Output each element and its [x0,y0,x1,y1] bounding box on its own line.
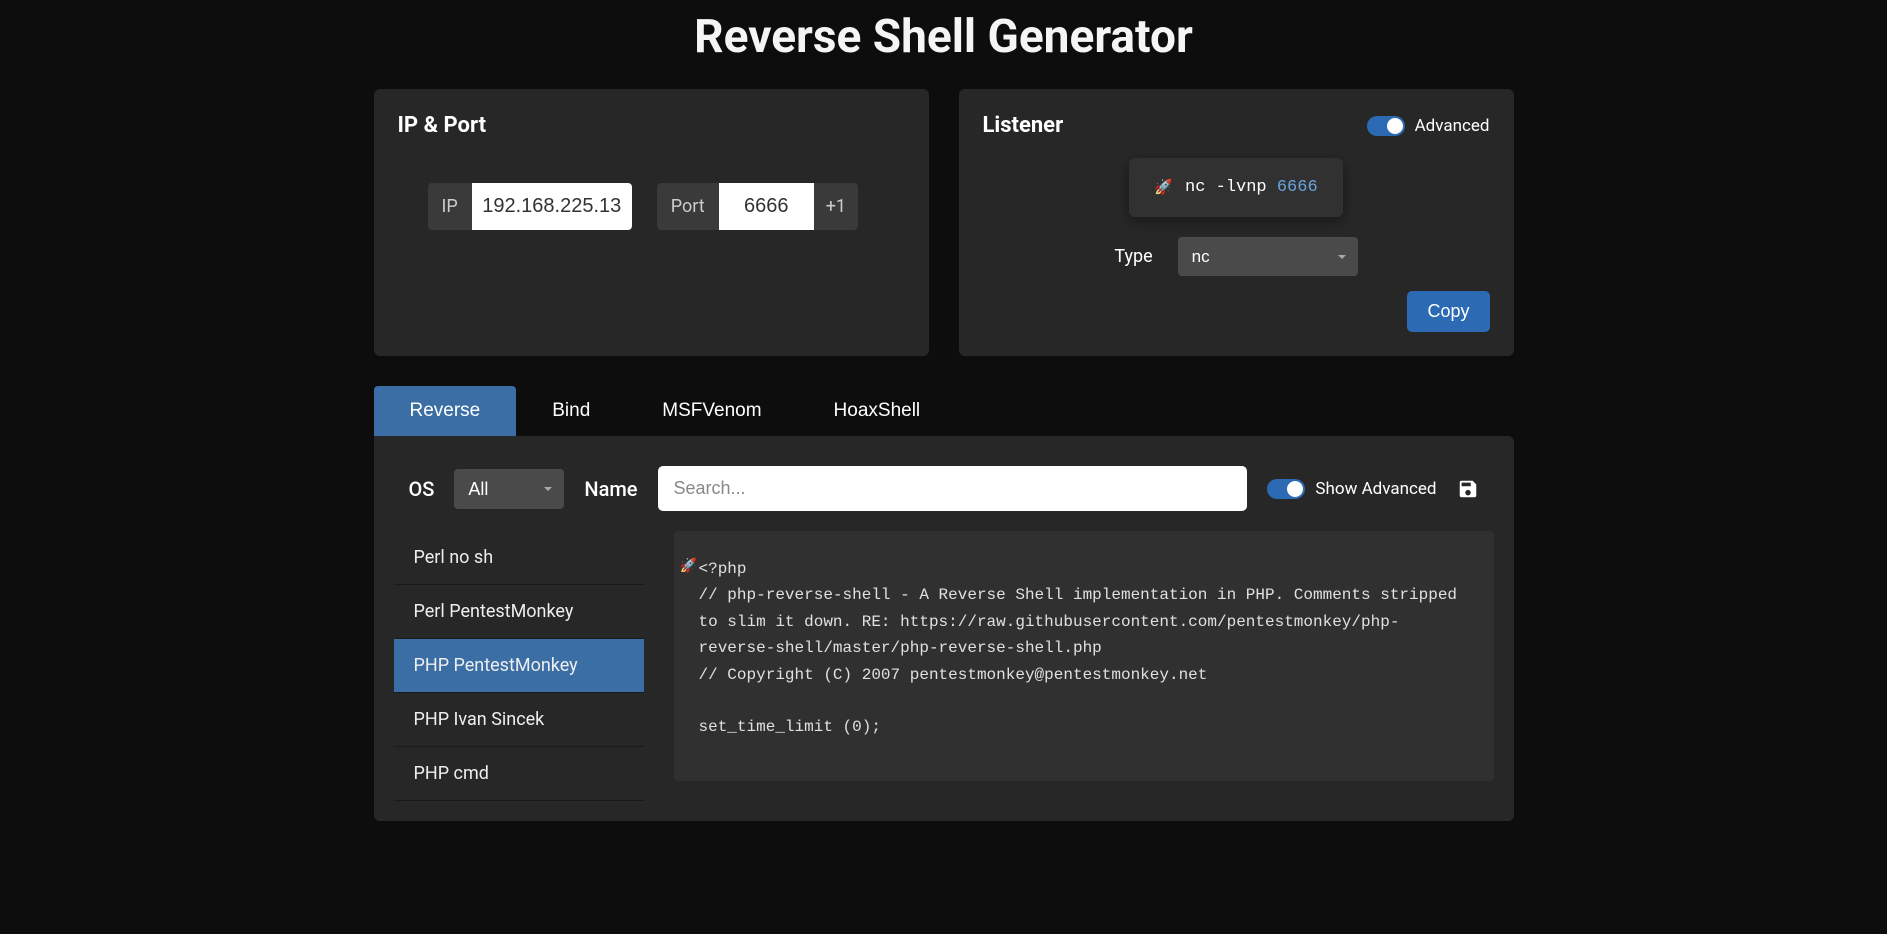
advanced-toggle[interactable] [1367,116,1405,136]
list-item[interactable]: PHP Ivan Sincek [394,693,644,747]
port-increment-button[interactable]: +1 [814,183,858,230]
code-text: <?php // php-reverse-shell - A Reverse S… [699,560,1467,736]
list-item[interactable]: Perl PentestMonkey [394,585,644,639]
port-input-group: Port +1 [657,183,858,230]
show-advanced-toggle[interactable] [1267,479,1305,499]
listener-command[interactable]: 🚀 nc -lvnp 6666 [1129,158,1342,217]
port-label: Port [657,183,719,230]
page-title: Reverse Shell Generator [374,10,1514,64]
code-output[interactable]: 🚀<?php // php-reverse-shell - A Reverse … [674,531,1494,781]
tab-hoaxshell[interactable]: HoaxShell [798,386,957,436]
ip-port-card: IP & Port IP Port +1 [374,89,929,356]
tab-msfvenom[interactable]: MSFVenom [626,386,797,436]
ip-input-group: IP [428,183,632,230]
copy-button[interactable]: Copy [1407,291,1489,332]
rocket-icon: 🚀 [680,556,697,579]
port-input[interactable] [719,183,814,230]
type-select[interactable]: nc [1178,237,1358,276]
os-select[interactable]: All [454,469,564,509]
ip-port-title: IP & Port [398,113,905,138]
show-advanced-label: Show Advanced [1315,479,1436,499]
tabs: Reverse Bind MSFVenom HoaxShell [374,386,1514,436]
listener-card: Listener Advanced 🚀 nc -lvnp 6666 Type n… [959,89,1514,356]
listener-cmd-port: 6666 [1277,178,1318,197]
tab-bind[interactable]: Bind [516,386,626,436]
ip-label: IP [428,183,472,230]
main-panel: OS All Name Show Advanced Perl no sh Per… [374,436,1514,821]
save-icon[interactable] [1457,478,1479,500]
type-label: Type [1114,246,1152,267]
tab-reverse[interactable]: Reverse [374,386,517,436]
payload-list[interactable]: Perl no sh Perl PentestMonkey PHP Pentes… [394,531,644,801]
ip-input[interactable] [472,183,632,230]
list-item[interactable]: Perl no sh [394,531,644,585]
listener-title: Listener [983,113,1064,138]
list-item[interactable]: PHP PentestMonkey [394,639,644,693]
search-input[interactable] [658,466,1248,511]
listener-cmd-text: nc -lvnp [1185,178,1277,197]
name-label: Name [584,477,637,501]
os-label: OS [409,477,435,501]
advanced-label: Advanced [1415,116,1490,136]
rocket-icon: 🚀 [1154,178,1173,197]
list-item[interactable]: PHP cmd [394,747,644,801]
